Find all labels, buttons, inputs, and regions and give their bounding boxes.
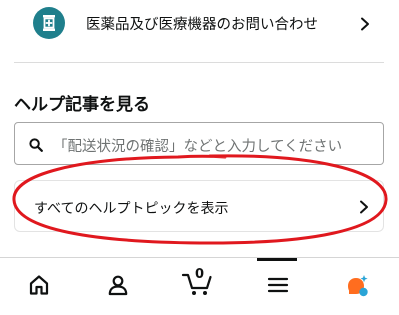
account-icon <box>108 275 128 296</box>
tab-home[interactable] <box>9 258 69 315</box>
tab-account[interactable] <box>88 258 148 315</box>
medicine-icon <box>33 7 65 39</box>
tab-assistant[interactable] <box>327 258 387 315</box>
search-placeholder: 「配送状況の確認」などと入力してください <box>53 139 343 155</box>
section-divider <box>14 62 384 63</box>
medicine-inquiry-link[interactable]: 医薬品及び医療機器のお問い合わせ <box>0 0 399 48</box>
tab-menu[interactable] <box>248 258 308 315</box>
bottom-nav-bar: 0 <box>0 257 399 315</box>
search-icon <box>29 137 43 152</box>
menu-icon <box>267 277 289 293</box>
help-articles-heading: ヘルプ記事を見る <box>14 95 150 115</box>
all-help-topics-button[interactable]: すべてのヘルプトピックを表示 <box>14 180 384 232</box>
chevron-right-icon <box>359 17 371 31</box>
assistant-icon <box>348 275 368 297</box>
medicine-inquiry-label: 医薬品及び医療機器のお問い合わせ <box>86 17 318 33</box>
home-icon <box>29 275 49 295</box>
help-search-input[interactable]: 「配送状況の確認」などと入力してください <box>14 122 384 165</box>
cart-count: 0 <box>195 267 205 282</box>
all-help-topics-label: すべてのヘルプトピックを表示 <box>34 201 229 217</box>
chevron-right-icon <box>358 200 370 214</box>
tab-cart[interactable]: 0 <box>168 258 228 315</box>
